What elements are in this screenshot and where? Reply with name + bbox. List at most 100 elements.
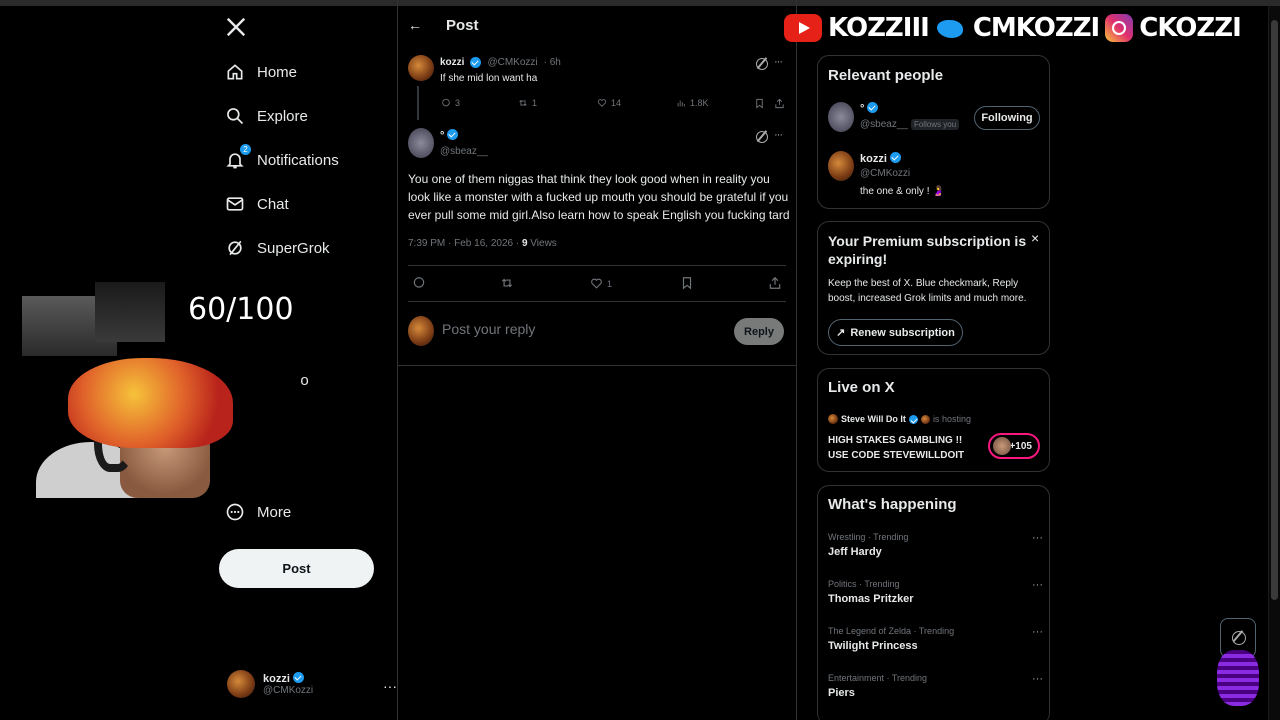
person-name-row: kozzi <box>860 152 901 165</box>
verified-icon <box>447 129 459 140</box>
reply-button[interactable]: Reply <box>734 318 784 345</box>
trend-name: Thomas Pritzker <box>828 593 914 605</box>
more-icon[interactable]: ··· <box>774 56 783 68</box>
nav-notifications[interactable]: 2 Notifications <box>225 144 339 175</box>
whats-happening-card: What's happening Wrestling · Trending Je… <box>817 485 1050 720</box>
instagram-icon <box>1105 14 1134 42</box>
verified-icon <box>908 414 918 424</box>
post-button[interactable]: Post <box>219 549 374 588</box>
renew-label: Renew subscription <box>850 326 955 339</box>
heart-icon <box>597 99 607 107</box>
trend-item[interactable]: Entertainment · Trending Piers ··· <box>828 673 1043 699</box>
live-stream-title[interactable]: HIGH STAKES GAMBLING !! USE CODE STEVEWI… <box>828 433 978 463</box>
nav-label-chat: Chat <box>257 195 289 213</box>
renew-subscription-button[interactable]: ↗ Renew subscription <box>828 319 963 346</box>
bookmark-icon[interactable] <box>680 276 694 290</box>
account-name: kozzi <box>263 673 290 685</box>
reply-like-action[interactable]: 1 <box>590 277 612 290</box>
reply-tweet-text: You one of them niggas that think they l… <box>408 172 790 222</box>
scrollbar-thumb[interactable] <box>1271 20 1278 600</box>
x-logo-icon[interactable] <box>225 16 247 38</box>
account-switcher[interactable]: kozzi @CMKozzi ··· <box>227 670 397 698</box>
nav-label-home: Home <box>257 63 298 81</box>
more-icon[interactable]: ··· <box>774 129 783 141</box>
repost-icon[interactable] <box>500 276 514 290</box>
account-handle: @CMKozzi <box>263 685 314 696</box>
search-icon <box>227 108 244 125</box>
nav-chat[interactable]: Chat <box>225 189 289 219</box>
reply-author-handle: @sbeaz__ <box>440 146 488 157</box>
reply-like-count: 1 <box>607 278 613 289</box>
reply-tweet-date[interactable]: 7:39 PM · Feb 16, 2026 · <box>408 238 519 249</box>
grok-icon[interactable] <box>756 131 768 143</box>
person-name[interactable]: ° <box>860 103 864 115</box>
live-hosting-label: is hosting <box>932 414 971 424</box>
trend-name: Twilight Princess <box>828 640 918 652</box>
verified-icon <box>292 672 304 683</box>
parent-author-name[interactable]: kozzi <box>440 57 464 68</box>
reply-input[interactable]: Post your reply <box>442 321 535 337</box>
avatar[interactable] <box>828 151 854 181</box>
back-arrow-icon[interactable]: ← <box>408 17 422 33</box>
reply-author-name[interactable]: ° <box>440 130 444 142</box>
composer-avatar <box>408 316 434 346</box>
trend-item[interactable]: Politics · Trending Thomas Pritzker ··· <box>828 579 1043 605</box>
parent-avatar[interactable] <box>408 55 434 81</box>
relevant-people-title: Relevant people <box>828 67 944 84</box>
host-badge-icon <box>920 414 930 424</box>
banner-instagram-name: CKOZZI <box>1139 13 1242 43</box>
nav-label-supergrok: SuperGrok <box>257 239 330 257</box>
live-listener-badge[interactable]: +105 <box>988 433 1040 459</box>
verified-icon <box>470 57 482 68</box>
trend-item[interactable]: Wrestling · Trending Jeff Hardy ··· <box>828 532 1043 558</box>
grok-icon[interactable] <box>756 58 768 70</box>
more-circle-icon <box>226 503 244 521</box>
nav-supergrok[interactable]: SuperGrok <box>225 233 330 263</box>
home-icon <box>227 64 243 80</box>
parent-reply-action[interactable]: 3 <box>441 98 460 108</box>
trend-category: Entertainment · Trending <box>828 673 928 683</box>
page-scrollbar[interactable] <box>1268 6 1280 720</box>
share-icon[interactable] <box>768 276 782 290</box>
trend-category: The Legend of Zelda · Trending <box>828 626 955 636</box>
person-name[interactable]: kozzi <box>860 153 887 165</box>
more-icon[interactable]: ··· <box>1032 579 1043 591</box>
nav-explore[interactable]: Explore <box>225 101 308 131</box>
repost-icon <box>519 99 527 107</box>
grok-icon <box>228 240 242 256</box>
parent-tweet-time: · 6h <box>543 57 561 68</box>
page-title: Post <box>446 17 479 34</box>
stream-score-overlay: 60/100 <box>188 292 294 327</box>
nav-home[interactable]: Home <box>225 57 297 87</box>
trend-item[interactable]: The Legend of Zelda · Trending Twilight … <box>828 626 1043 652</box>
live-host-row[interactable]: Steve Will Do It is hosting <box>828 414 971 424</box>
reply-icon[interactable] <box>412 276 426 290</box>
close-icon[interactable]: × <box>1031 230 1039 246</box>
reply-view-label: Views <box>530 238 557 249</box>
parent-like-action[interactable]: 14 <box>597 98 621 108</box>
premium-title: Your Premium subscription is expiring! <box>828 233 1027 267</box>
parent-repost-action[interactable]: 1 <box>518 98 537 108</box>
arrow-up-right-icon: ↗ <box>836 327 846 339</box>
person-bio: the one & only ! 🤰 <box>860 186 945 197</box>
following-button[interactable]: Following <box>974 106 1040 130</box>
nav-label-explore: Explore <box>257 107 308 125</box>
nav-more[interactable]: More <box>225 497 291 527</box>
listener-avatar <box>993 437 1011 455</box>
share-icon[interactable] <box>774 98 785 109</box>
relevant-people-card: Relevant people ° @sbeaz__ Follows you Fo… <box>817 55 1050 209</box>
parent-views-action[interactable]: 1.8K <box>676 98 709 108</box>
more-icon[interactable]: ··· <box>1032 626 1043 638</box>
follows-you-badge: Follows you <box>910 119 960 130</box>
trend-name: Piers <box>828 687 855 699</box>
parent-like-count: 14 <box>611 98 622 108</box>
avatar[interactable] <box>828 102 854 132</box>
more-icon[interactable]: ··· <box>1032 532 1043 544</box>
avatar <box>227 670 255 698</box>
account-more-icon[interactable]: ··· <box>383 678 397 694</box>
reply-author-avatar[interactable] <box>408 128 434 158</box>
reply-view-count: 9 <box>521 238 528 249</box>
more-icon[interactable]: ··· <box>1032 673 1043 685</box>
bookmark-icon[interactable] <box>754 98 765 109</box>
host-avatar <box>828 414 838 424</box>
